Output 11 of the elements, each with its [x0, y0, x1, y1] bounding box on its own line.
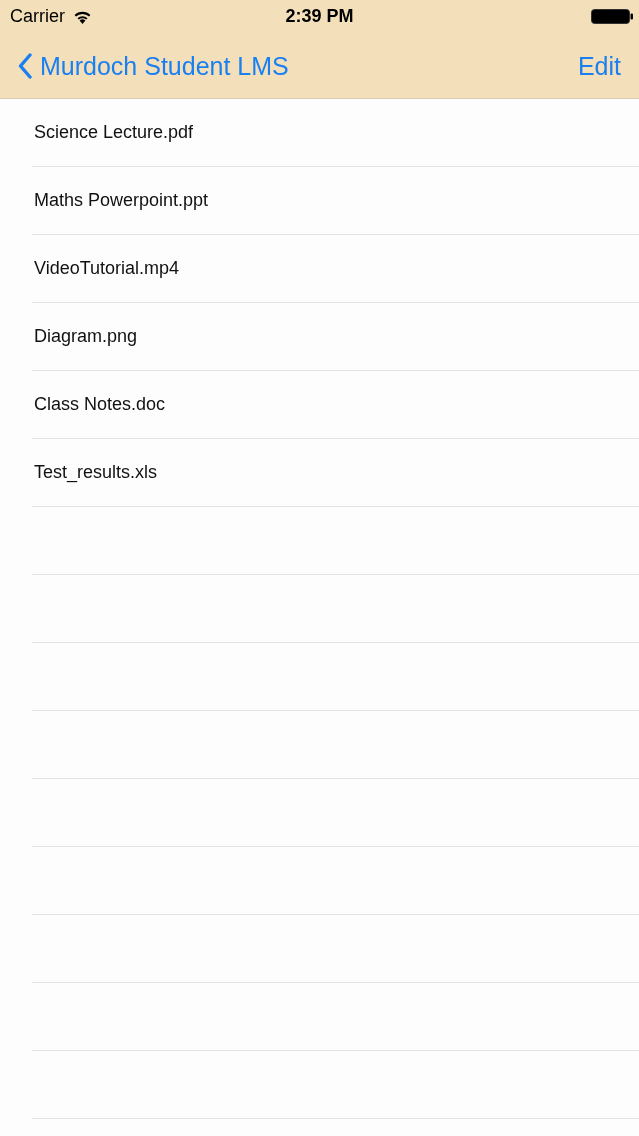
file-name[interactable]: Maths Powerpoint.ppt [34, 187, 209, 214]
back-chevron-icon [18, 52, 32, 79]
battery-icon [591, 9, 633, 24]
file-name[interactable]: VideoTutorial.mp4 [34, 255, 180, 282]
file-name[interactable]: Diagram.png [34, 323, 138, 350]
wifi-icon [73, 9, 92, 24]
file-name[interactable]: Science Lecture.pdf [34, 119, 194, 146]
file-name[interactable]: Test_results.xls [34, 459, 158, 486]
carrier-name: Carrier [10, 5, 65, 28]
file-name[interactable]: Class Notes.doc [34, 391, 166, 418]
status-time: 2:39 PM [285, 5, 354, 28]
